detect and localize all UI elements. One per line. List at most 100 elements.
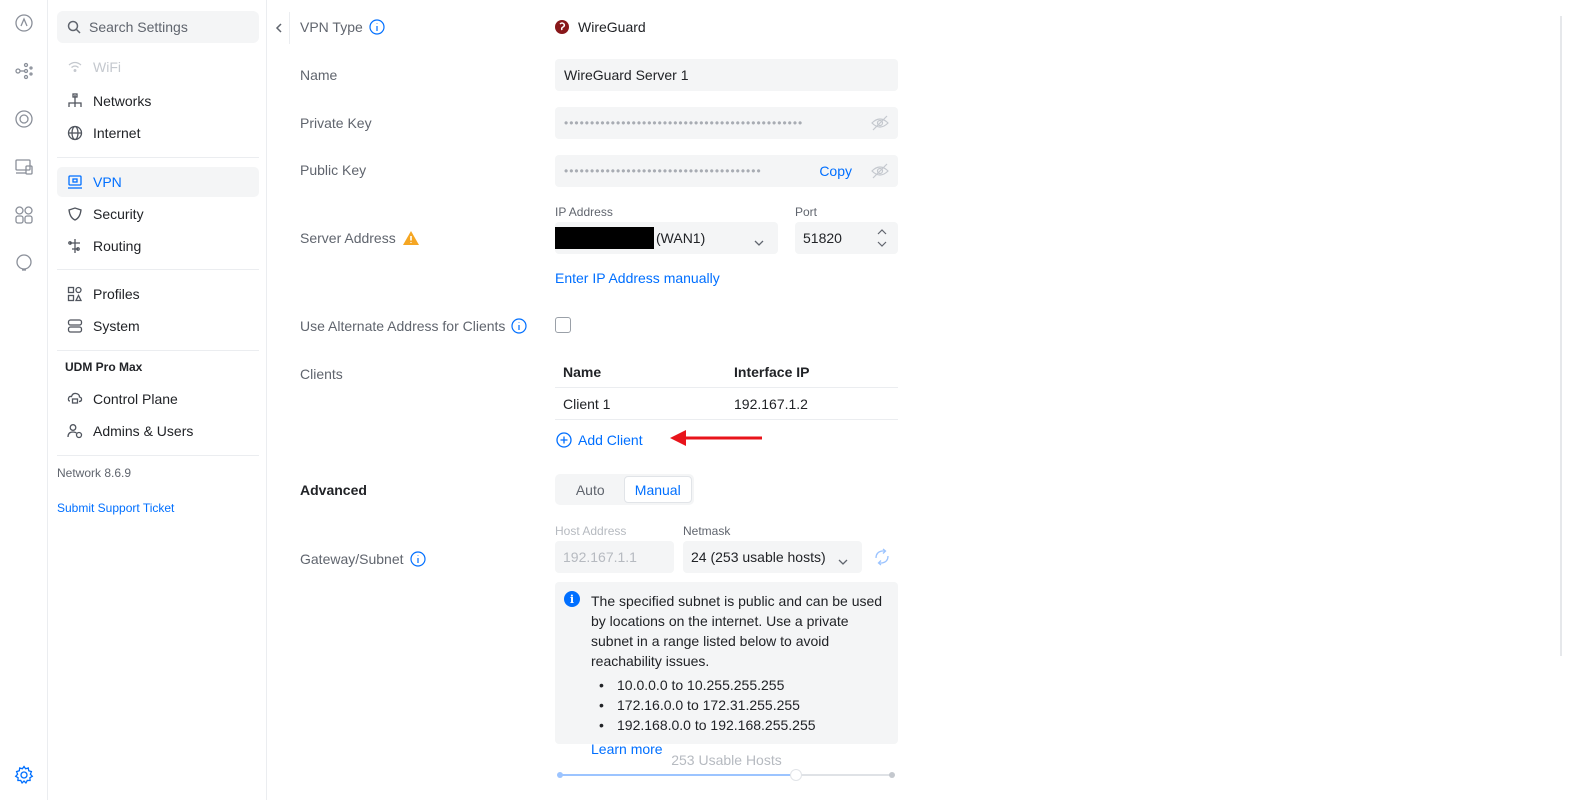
copy-public-key-button[interactable]: Copy (819, 163, 852, 179)
sidebar-item-control-plane[interactable]: Control Plane (57, 384, 259, 414)
netmask-value: 24 (253 usable hosts) (691, 549, 826, 565)
vpn-type-value: WireGuard (555, 19, 646, 35)
name-label: Name (300, 67, 338, 83)
sidebar-item-routing[interactable]: Routing (57, 231, 259, 261)
info-icon[interactable] (409, 551, 426, 567)
eye-off-icon[interactable] (871, 163, 889, 179)
globe-icon (66, 124, 84, 142)
profiles-icon (66, 285, 84, 303)
public-subnet-notice: i The specified subnet is public and can… (555, 582, 898, 757)
netmask-select[interactable]: 24 (253 usable hosts) (683, 541, 862, 573)
server-address-label: Server Address (300, 230, 420, 246)
search-icon (67, 20, 81, 34)
chevron-down-icon (754, 234, 764, 246)
shield-icon (66, 205, 84, 223)
chevron-down-icon (838, 553, 848, 565)
sidebar-item-profiles[interactable]: Profiles (57, 279, 259, 309)
settings-gear-icon[interactable] (13, 764, 35, 786)
port-input[interactable]: 51820 (795, 222, 898, 254)
search-input[interactable] (89, 19, 249, 35)
public-key-masked: •••••••••••••••••••••••••••••••••••••• (564, 164, 762, 178)
table-row[interactable]: Client 1 192.167.1.2 (555, 388, 898, 420)
table-header-row: Name Interface IP (555, 356, 898, 388)
submit-support-ticket-link[interactable]: Submit Support Ticket (57, 501, 174, 515)
ip-address-select[interactable]: (WAN1) (555, 222, 778, 254)
public-key-field[interactable]: •••••••••••••••••••••••••••••••••••••• C… (555, 155, 898, 187)
sidebar-item-security[interactable]: Security (57, 199, 259, 229)
column-header-name[interactable]: Name (555, 364, 726, 380)
devices-icon[interactable] (13, 108, 35, 130)
apps-icon[interactable] (13, 204, 35, 226)
dashboard-icon[interactable] (13, 12, 35, 34)
add-client-label: Add Client (578, 432, 643, 448)
client-devices-icon[interactable] (13, 156, 35, 178)
routing-icon (66, 237, 84, 255)
sidebar-item-vpn[interactable]: VPN (57, 167, 259, 197)
list-item: 10.0.0.0 to 10.255.255.255 (591, 675, 889, 695)
range-text: 172.16.0.0 to 172.31.255.255 (617, 697, 800, 713)
private-key-field[interactable]: ••••••••••••••••••••••••••••••••••••••••… (555, 107, 898, 139)
list-item: 192.168.0.0 to 192.168.255.255 (591, 715, 889, 735)
alternate-address-label: Use Alternate Address for Clients (300, 318, 528, 334)
name-value: WireGuard Server 1 (564, 67, 689, 83)
advanced-mode-toggle[interactable]: Auto Manual (555, 474, 694, 505)
sidebar-item-label: System (93, 318, 140, 334)
search-settings[interactable] (57, 11, 259, 43)
topology-icon[interactable] (13, 60, 35, 82)
host-address-input[interactable]: 192.167.1.1 (555, 541, 674, 573)
name-input[interactable]: WireGuard Server 1 (555, 59, 898, 91)
sidebar-item-networks[interactable]: Networks (57, 86, 259, 116)
sidebar-item-admins-users[interactable]: Admins & Users (57, 416, 259, 446)
host-address-label: Host Address (555, 524, 627, 538)
range-text: 10.0.0.0 to 10.255.255.255 (617, 677, 785, 693)
divider (57, 157, 259, 158)
port-label: Port (795, 205, 818, 219)
sidebar-item-label: Internet (93, 125, 141, 141)
private-key-masked: ••••••••••••••••••••••••••••••••••••••••… (564, 116, 804, 130)
version-label: Network 8.6.9 (57, 466, 132, 480)
eye-off-icon[interactable] (871, 115, 889, 131)
notice-text: The specified subnet is public and can b… (591, 593, 883, 669)
slider-handle[interactable] (789, 769, 802, 781)
sidebar-item-label: VPN (93, 174, 122, 190)
advanced-manual-option[interactable]: Manual (623, 476, 692, 503)
info-icon[interactable] (511, 318, 528, 334)
client-ip-cell: 192.167.1.2 (734, 395, 808, 412)
insights-icon[interactable] (13, 252, 35, 274)
add-client-button[interactable]: Add Client (556, 432, 643, 448)
usable-hosts-slider[interactable] (557, 769, 895, 781)
list-item: 172.16.0.0 to 172.31.255.255 (591, 695, 889, 715)
vpn-icon (66, 173, 84, 191)
page-scrollbar[interactable] (1560, 16, 1562, 656)
private-key-label: Private Key (300, 115, 372, 131)
sidebar-item-system[interactable]: System (57, 311, 259, 341)
sidebar-item-wifi[interactable]: WiFi (57, 52, 259, 82)
reset-subnet-icon[interactable] (872, 547, 892, 567)
stepper-icon[interactable] (876, 227, 888, 249)
slider-start-dot (557, 772, 563, 778)
gateway-subnet-label-text: Gateway/Subnet (300, 551, 404, 567)
info-icon[interactable] (369, 19, 385, 35)
info-filled-icon: i (564, 591, 580, 607)
usable-hosts-label: 253 Usable Hosts (671, 752, 782, 768)
sidebar-item-internet[interactable]: Internet (57, 118, 259, 148)
alternate-address-checkbox[interactable] (555, 317, 571, 333)
private-ranges-list: 10.0.0.0 to 10.255.255.255 172.16.0.0 to… (591, 675, 889, 735)
column-header-interface-ip[interactable]: Interface IP (726, 364, 898, 380)
warning-icon[interactable] (402, 230, 420, 246)
system-icon (66, 317, 84, 335)
sidebar-item-label: Security (93, 206, 144, 222)
alternate-address-label-text: Use Alternate Address for Clients (300, 318, 506, 334)
sidebar-item-label: Networks (93, 93, 152, 109)
slider-end-dot (889, 772, 895, 778)
redacted-ip (555, 227, 654, 249)
wireguard-logo-icon (555, 20, 569, 34)
collapse-sidebar-button[interactable] (268, 12, 290, 44)
sidebar-item-label: Profiles (93, 286, 140, 302)
sidebar-item-label: Routing (93, 238, 142, 254)
wifi-icon (66, 58, 84, 76)
clients-table: Name Interface IP Client 1 192.167.1.2 (555, 356, 898, 420)
advanced-auto-option[interactable]: Auto (557, 476, 624, 503)
server-address-label-text: Server Address (300, 230, 396, 246)
enter-ip-manually-link[interactable]: Enter IP Address manually (555, 270, 720, 286)
